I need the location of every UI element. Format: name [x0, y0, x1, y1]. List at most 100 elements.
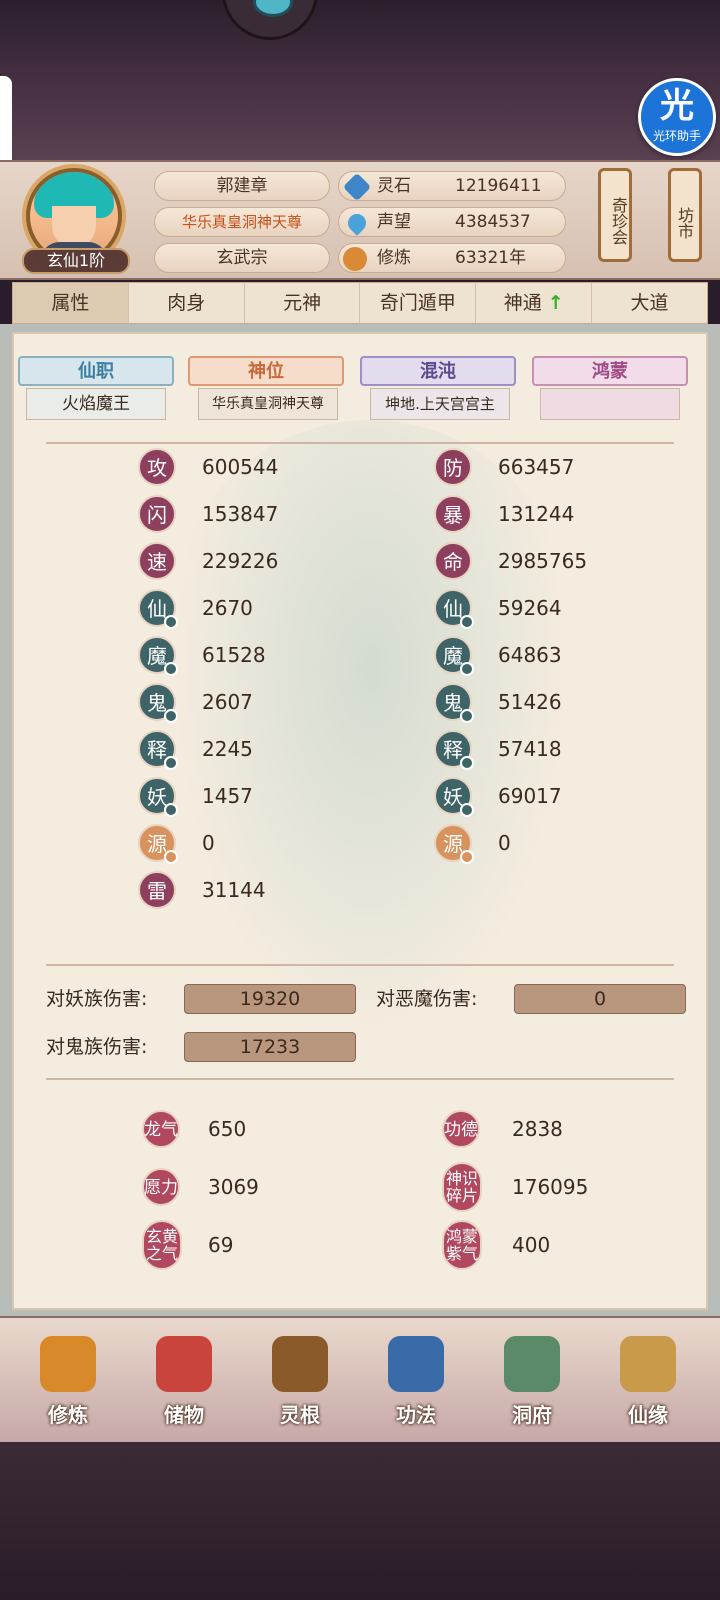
stat-value: 663457 — [498, 455, 575, 479]
stat-badge[interactable]: 仙 — [434, 589, 474, 629]
tab-attributes[interactable]: 属性 — [13, 283, 129, 323]
cultivate-icon — [40, 1336, 96, 1392]
qizhen-button[interactable]: 奇珍会 — [598, 168, 632, 262]
stat-badge[interactable]: 源 — [138, 824, 178, 864]
extra-label: 玄黄之气 — [142, 1220, 182, 1270]
top-background — [0, 0, 720, 160]
stat-left-0: 攻 600544 — [138, 448, 338, 488]
stat-right-1: 暴 131244 — [434, 495, 634, 535]
info-dot-icon — [164, 662, 178, 676]
stat-right-7: 妖 69017 — [434, 777, 634, 817]
rank-value-shenwei: 华乐真皇洞神天尊 — [198, 388, 338, 420]
stat-badge[interactable]: 速 — [138, 542, 176, 580]
stat-value: 51426 — [498, 690, 562, 714]
tab-body[interactable]: 肉身 — [129, 283, 245, 323]
player-sect: 玄武宗 — [154, 243, 330, 273]
stat-right-2: 命 2985765 — [434, 542, 634, 582]
stat-value: 0 — [498, 831, 511, 855]
nav-cave[interactable]: 洞府 — [480, 1326, 584, 1434]
resource-label: 灵石 — [377, 176, 411, 196]
player-name: 郭建章 — [154, 171, 330, 201]
stat-left-2: 速 229226 — [138, 542, 338, 582]
tab-dao[interactable]: 大道 — [592, 283, 707, 323]
stat-badge[interactable]: 源 — [434, 824, 474, 864]
nav-fate[interactable]: 仙缘 — [596, 1326, 700, 1434]
stat-badge[interactable]: 妖 — [434, 777, 474, 817]
rank-label-hongmeng: 鸿蒙 — [532, 356, 688, 386]
divider — [46, 442, 674, 444]
extra-xuanhuang: 玄黄之气 69 — [142, 1220, 342, 1270]
rank-label-xianzhi: 仙职 — [18, 356, 174, 386]
stat-badge[interactable]: 妖 — [138, 777, 178, 817]
nav-label: 仙缘 — [628, 1403, 668, 1427]
tab-shentong-label: 神通 — [503, 292, 542, 314]
stat-badge[interactable]: 攻 — [138, 448, 176, 486]
stat-badge[interactable]: 暴 — [434, 495, 472, 533]
stat-value: 59264 — [498, 596, 562, 620]
stat-badge[interactable]: 魔 — [434, 636, 474, 676]
stat-value: 31144 — [202, 878, 266, 902]
rank-label-hundun: 混沌 — [360, 356, 516, 386]
stat-value: 2670 — [202, 596, 253, 620]
nav-storage[interactable]: 储物 — [132, 1326, 236, 1434]
stat-badge[interactable]: 命 — [434, 542, 472, 580]
stat-right-0: 防 663457 — [434, 448, 634, 488]
stat-left-9: 雷 31144 — [138, 871, 338, 911]
tab-spirit[interactable]: 元神 — [245, 283, 361, 323]
nav-cultivate[interactable]: 修炼 — [16, 1326, 120, 1434]
damage-label-ghost-race: 对鬼族伤害: — [46, 1036, 148, 1058]
stat-badge[interactable]: 释 — [434, 730, 474, 770]
stat-right-4: 魔 64863 — [434, 636, 634, 676]
helper-label: 光环助手 — [652, 129, 701, 143]
stat-badge[interactable]: 鬼 — [138, 683, 178, 723]
resource-value: 63321年 — [455, 248, 527, 268]
nav-label: 储物 — [164, 1403, 204, 1427]
stat-right-3: 仙 59264 — [434, 589, 634, 629]
extra-value: 69 — [208, 1233, 234, 1257]
stat-badge[interactable]: 仙 — [138, 589, 178, 629]
extra-gongde: 功德 2838 — [442, 1110, 642, 1150]
stat-value: 2607 — [202, 690, 253, 714]
info-dot-icon — [460, 756, 474, 770]
nav-label: 洞府 — [512, 1403, 552, 1427]
damage-value-evil-demon: 0 — [514, 984, 686, 1014]
nav-techniques[interactable]: 功法 — [364, 1326, 468, 1434]
extra-label: 功德 — [442, 1110, 480, 1148]
stat-value: 153847 — [202, 502, 279, 526]
info-dot-icon — [460, 850, 474, 864]
stat-value: 69017 — [498, 784, 562, 808]
stat-badge[interactable]: 魔 — [138, 636, 178, 676]
extra-label: 神识碎片 — [442, 1162, 482, 1212]
stat-badge[interactable]: 防 — [434, 448, 472, 486]
stat-value: 2985765 — [498, 549, 588, 573]
tab-shentong[interactable]: 神通 ↑ — [476, 283, 593, 323]
extra-value: 2838 — [512, 1117, 563, 1141]
stat-badge[interactable]: 释 — [138, 730, 178, 770]
extra-yuanli: 愿力 3069 — [142, 1168, 342, 1208]
stat-badge[interactable]: 雷 — [138, 871, 176, 909]
market-button[interactable]: 坊市 — [668, 168, 702, 262]
stat-left-3: 仙 2670 — [138, 589, 338, 629]
info-dot-icon — [460, 615, 474, 629]
stat-left-1: 闪 153847 — [138, 495, 338, 535]
helper-icon: 光 — [660, 86, 694, 126]
gourd-icon — [620, 1336, 676, 1392]
nav-spirit-root[interactable]: 灵根 — [248, 1326, 352, 1434]
stat-value: 131244 — [498, 502, 575, 526]
info-dot-icon — [164, 756, 178, 770]
tab-qimen[interactable]: 奇门遁甲 — [360, 283, 477, 323]
extra-value: 176095 — [512, 1175, 589, 1199]
divider — [46, 1078, 674, 1080]
info-dot-icon — [460, 803, 474, 817]
stat-value: 0 — [202, 831, 215, 855]
resource-label: 声望 — [377, 212, 411, 232]
extra-label: 鸿蒙紫气 — [442, 1220, 482, 1270]
avatar[interactable] — [30, 172, 118, 260]
bottom-background — [0, 1442, 720, 1600]
helper-button[interactable]: 光 光环助手 — [638, 78, 716, 156]
stat-badge[interactable]: 闪 — [138, 495, 176, 533]
stat-badge[interactable]: 鬼 — [434, 683, 474, 723]
tab-bar: 属性 肉身 元神 奇门遁甲 神通 ↑ 大道 — [12, 282, 708, 324]
extra-hongmeng: 鸿蒙紫气 400 — [442, 1220, 642, 1270]
stat-right-5: 鬼 51426 — [434, 683, 634, 723]
